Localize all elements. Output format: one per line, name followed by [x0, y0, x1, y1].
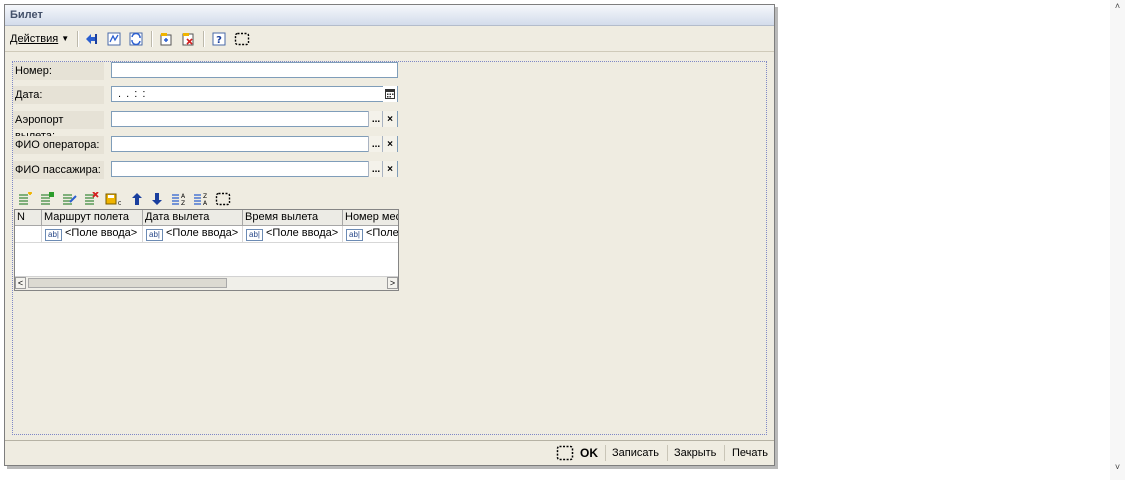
close-button[interactable]: Закрыть [674, 446, 716, 460]
operator-select-button[interactable]: ... [368, 136, 383, 152]
number-input[interactable] [111, 62, 398, 78]
date-input[interactable]: . . : : [111, 86, 398, 102]
scroll-thumb[interactable] [28, 278, 227, 288]
field-label-number: Номер: [13, 62, 104, 80]
edit-row-icon[interactable] [60, 191, 77, 207]
actions-menu[interactable]: Действия ▼ [10, 33, 69, 45]
delete-icon[interactable] [179, 30, 196, 47]
select-area-icon[interactable] [214, 191, 231, 207]
svg-text:A: A [181, 193, 186, 200]
date-value: . . : : [118, 88, 147, 100]
text-field-icon: ab| [246, 229, 263, 241]
title-bar: Билет [5, 5, 774, 26]
toolbar-separator [77, 31, 79, 47]
sort-ascending-icon[interactable]: AZ [170, 191, 187, 207]
text-field-icon: ab| [146, 229, 163, 241]
cell-n [15, 226, 42, 242]
print-button[interactable]: Печать [732, 446, 768, 460]
passenger-input[interactable]: ... × [111, 161, 398, 177]
delete-row-icon[interactable] [82, 191, 99, 207]
field-label-date: Дата: [13, 86, 104, 104]
main-toolbar: Действия ▼ ? [5, 27, 774, 52]
structure-icon[interactable] [105, 30, 122, 47]
sort-descending-icon[interactable]: ZA [192, 191, 209, 207]
table-row[interactable]: ab| <Поле ввода> ab| <Поле ввода> ab| <Поле… [15, 226, 398, 243]
table-header: N Маршрут полета Дата вылета Время вылет… [15, 210, 398, 226]
button-separator [667, 445, 668, 461]
save-button[interactable]: Записать [612, 446, 659, 460]
add-row-icon[interactable] [16, 191, 33, 207]
column-header-departure-time[interactable]: Время вылета [243, 210, 343, 225]
passenger-clear-button[interactable]: × [382, 161, 397, 177]
end-edit-icon[interactable]: OK [104, 191, 121, 207]
refresh-icon[interactable] [127, 30, 144, 47]
text-field-icon: ab| [346, 229, 363, 241]
help-icon[interactable]: ? [210, 30, 227, 47]
cell-departure-time[interactable]: ab| <Поле ввода> [243, 226, 343, 242]
toolbar-separator [203, 31, 205, 47]
page-vertical-scrollbar[interactable]: ˄ ˅ [1110, 0, 1125, 480]
passenger-select-button[interactable]: ... [368, 161, 383, 177]
svg-text:Z: Z [203, 193, 207, 200]
ok-button[interactable]: OK [580, 446, 598, 460]
button-separator [724, 445, 725, 461]
actions-menu-label: Действия [10, 33, 59, 45]
toolbar-separator [151, 31, 153, 47]
button-separator [605, 445, 606, 461]
bottom-command-bar: OK Записать Закрыть Печать [5, 440, 774, 465]
select-area-icon[interactable] [233, 30, 250, 47]
cell-seat-number[interactable]: ab|<Поле ввода> [343, 226, 398, 242]
field-label-operator: ФИО оператора: [13, 136, 104, 154]
field-label-passenger: ФИО пассажира: [13, 161, 104, 179]
svg-text:Z: Z [181, 200, 185, 206]
copy-row-icon[interactable] [38, 191, 55, 207]
column-header-route[interactable]: Маршрут полета [42, 210, 143, 225]
column-header-departure-date[interactable]: Дата вылета [143, 210, 243, 225]
scroll-down-button[interactable]: ˅ [1111, 461, 1124, 474]
route-table[interactable]: N Маршрут полета Дата вылета Время вылет… [14, 209, 399, 291]
scroll-right-button[interactable]: > [387, 277, 398, 289]
calendar-button[interactable] [383, 86, 397, 102]
dropdown-arrow-icon: ▼ [61, 34, 70, 43]
field-label-airport: Аэропорт вылета: [13, 111, 104, 142]
operator-clear-button[interactable]: × [382, 136, 397, 152]
airport-input[interactable]: ... × [111, 111, 398, 127]
column-header-n[interactable]: N [15, 210, 42, 225]
select-area-icon[interactable] [556, 445, 574, 461]
cell-departure-date[interactable]: ab| <Поле ввода> [143, 226, 243, 242]
navigate-back-icon[interactable] [83, 30, 100, 47]
scroll-left-button[interactable]: < [15, 277, 26, 289]
column-header-seat-number[interactable]: Номер места [343, 210, 398, 225]
cell-route[interactable]: ab| <Поле ввода> [42, 226, 143, 242]
horizontal-scrollbar[interactable]: < > [15, 276, 398, 290]
svg-text:OK: OK [118, 201, 121, 206]
text-field-icon: ab| [45, 229, 62, 241]
window-title: Билет [10, 9, 43, 21]
svg-text:A: A [203, 200, 208, 206]
table-toolbar: OK AZ ZA [14, 188, 398, 210]
scroll-up-button[interactable]: ˄ [1111, 0, 1124, 13]
svg-text:?: ? [216, 35, 222, 46]
airport-select-button[interactable]: ... [368, 111, 383, 127]
move-down-icon[interactable] [148, 191, 165, 207]
open-icon[interactable] [157, 30, 174, 47]
calendar-icon [385, 89, 395, 99]
operator-input[interactable]: ... × [111, 136, 398, 152]
ticket-window: Билет Действия ▼ ? Номер: Дата: . .:: … [4, 4, 775, 466]
airport-clear-button[interactable]: × [382, 111, 397, 127]
move-up-icon[interactable] [128, 191, 145, 207]
